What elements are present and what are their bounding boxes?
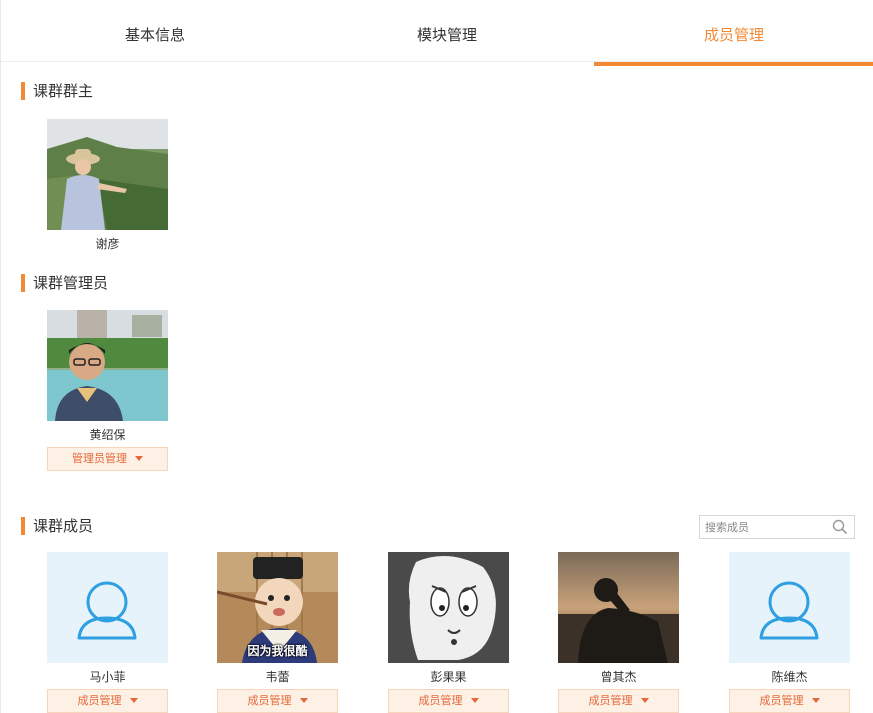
caret-down-icon [811, 698, 820, 703]
member-avatar[interactable] [388, 552, 509, 663]
member-manage-label: 成员管理 [588, 694, 633, 707]
members-section-title: 课群成员 [21, 517, 93, 535]
default-user-icon [77, 581, 137, 640]
caret-down-icon [135, 456, 143, 461]
member-avatar[interactable] [47, 552, 168, 663]
admin-card: 黄绍保 管理员管理 [47, 310, 168, 471]
member-name: 曾其杰 [600, 670, 637, 684]
tab-label: 成员管理 [703, 26, 764, 44]
tab-label: 基本信息 [124, 26, 185, 44]
member-manage-label: 成员管理 [77, 694, 122, 707]
tab-member-management[interactable]: 成员管理 [594, 0, 873, 62]
admin-avatar[interactable] [47, 310, 168, 421]
member-avatar[interactable]: 因为我很酷 [217, 552, 338, 663]
member-card: 彭果果 成员管理 [388, 552, 509, 713]
photo-sunset-silhouette [558, 552, 679, 663]
admin-manage-label: 管理员管理 [72, 452, 127, 465]
member-manage-button[interactable]: 成员管理 [217, 689, 338, 713]
owner-name: 谢彦 [95, 237, 120, 251]
member-manage-button[interactable]: 成员管理 [47, 689, 168, 713]
member-name: 韦蕾 [265, 670, 290, 684]
owner-avatar[interactable] [47, 119, 168, 230]
member-search [699, 515, 855, 539]
member-manage-button[interactable]: 成员管理 [388, 689, 509, 713]
member-search-input[interactable] [700, 516, 825, 539]
member-card: 曾其杰 成员管理 [558, 552, 679, 713]
admin-name: 黄绍保 [89, 428, 126, 442]
caret-down-icon [299, 698, 308, 703]
admin-section-title: 课群管理员 [21, 274, 108, 292]
photo-cartoon-ghost [388, 552, 509, 663]
admin-manage-button[interactable]: 管理员管理 [47, 447, 168, 471]
member-avatar[interactable] [729, 552, 850, 663]
caret-down-icon [470, 698, 479, 703]
tab-basic-info[interactable]: 基本信息 [15, 0, 295, 62]
member-card: 因为我很酷 韦蕾 成员管理 [217, 552, 338, 713]
member-manage-button[interactable]: 成员管理 [558, 689, 679, 713]
default-user-icon [759, 581, 819, 640]
search-icon[interactable] [832, 519, 848, 539]
caret-down-icon [129, 698, 138, 703]
member-manage-button[interactable]: 成员管理 [729, 689, 850, 713]
member-avatar[interactable] [558, 552, 679, 663]
active-tab-indicator [594, 62, 873, 66]
caret-down-icon [640, 698, 649, 703]
member-name: 彭果果 [430, 670, 467, 684]
member-name: 陈维杰 [771, 670, 808, 684]
member-manage-label: 成员管理 [759, 694, 804, 707]
member-card: 马小菲 成员管理 [47, 552, 168, 713]
tab-bar: 基本信息 模块管理 成员管理 [1, 0, 873, 62]
tab-label: 模块管理 [416, 26, 477, 44]
photo-woman-hat [47, 119, 168, 230]
owner-card: 谢彦 [47, 119, 168, 252]
member-manage-label: 成员管理 [418, 694, 463, 707]
member-manage-label: 成员管理 [247, 694, 292, 707]
owner-section-title: 课群群主 [21, 82, 93, 100]
tab-module-management[interactable]: 模块管理 [303, 0, 591, 62]
photo-man-glasses [47, 310, 168, 421]
avatar-caption: 因为我很酷 [247, 644, 308, 658]
member-management-page: 基本信息 模块管理 成员管理 课群群主 谢彦 课群管理员 黄绍保 管理员管理 课… [0, 0, 873, 713]
member-name: 马小菲 [89, 670, 126, 684]
member-card: 陈维杰 成员管理 [729, 552, 850, 713]
